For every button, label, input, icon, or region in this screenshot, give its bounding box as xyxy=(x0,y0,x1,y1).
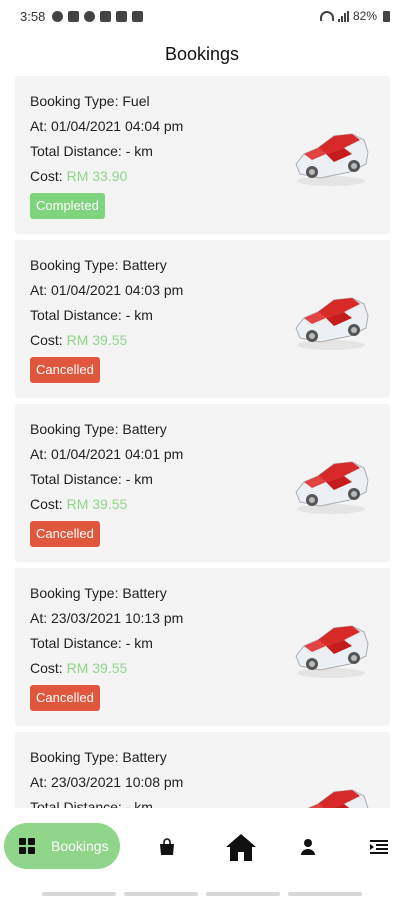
car-icon xyxy=(295,297,369,350)
booking-type: Booking Type: Battery xyxy=(30,421,167,437)
nav-profile-button[interactable] xyxy=(293,832,323,862)
nav-bookings-label: Bookings xyxy=(51,838,109,854)
person-icon xyxy=(301,839,315,855)
battery-percent: 82% xyxy=(352,9,377,23)
bookings-list[interactable]: Booking Type: Fuel At: 01/04/2021 04:04 … xyxy=(15,76,390,808)
car-icon xyxy=(295,461,369,514)
save-icon xyxy=(68,10,80,22)
cost-value: RM 39.55 xyxy=(66,332,128,348)
car-icon xyxy=(295,133,369,186)
nav-shop-button[interactable] xyxy=(152,832,182,862)
car-icon xyxy=(307,789,369,808)
booking-card[interactable]: Booking Type: Fuel At: 01/04/2021 04:04 … xyxy=(15,76,390,234)
grid-icon xyxy=(19,838,35,854)
bottom-nav: Bookings xyxy=(0,812,404,882)
cost-value: RM 39.55 xyxy=(66,660,128,676)
booking-type: Booking Type: Battery xyxy=(30,749,167,765)
booking-type: Booking Type: Battery xyxy=(30,257,167,273)
cost-label: Cost: xyxy=(30,332,63,348)
clock-icon xyxy=(84,10,96,22)
wifi-icon xyxy=(319,11,334,21)
nav-bookings-button[interactable]: Bookings xyxy=(4,823,120,869)
whatsapp-icon xyxy=(52,10,64,22)
gesture-bar xyxy=(0,888,404,900)
nav-menu-button[interactable] xyxy=(364,832,394,862)
status-bar: 3:58 82% xyxy=(0,0,404,32)
car-icon xyxy=(295,625,369,678)
status-badge: Cancelled xyxy=(30,685,100,711)
nav-home-button[interactable] xyxy=(222,828,260,866)
page-title: Bookings xyxy=(164,44,240,64)
menu-icon xyxy=(370,840,388,854)
booking-type: Booking Type: Fuel xyxy=(30,93,150,109)
booking-card[interactable]: Booking Type: Battery At: 01/04/2021 04:… xyxy=(15,404,390,562)
bag-icon xyxy=(160,838,174,855)
cost-value: RM 39.55 xyxy=(66,496,128,512)
gallery-icon xyxy=(116,10,128,22)
flipboard-icon xyxy=(100,10,112,22)
mail-icon xyxy=(132,10,144,22)
cost-label: Cost: xyxy=(30,660,63,676)
status-left: 3:58 xyxy=(20,8,144,24)
status-badge: Cancelled xyxy=(30,357,100,383)
battery-icon xyxy=(383,10,390,22)
cost-label: Cost: xyxy=(30,496,63,512)
booking-card[interactable]: Booking Type: Battery At: 01/04/2021 04:… xyxy=(15,240,390,398)
status-time: 3:58 xyxy=(20,8,46,24)
status-badge: Cancelled xyxy=(30,521,100,547)
booking-card[interactable]: Booking Type: Battery At: 23/03/2021 10:… xyxy=(15,732,390,808)
home-icon xyxy=(226,834,256,861)
signal-icon xyxy=(337,10,349,22)
booking-card[interactable]: Booking Type: Battery At: 23/03/2021 10:… xyxy=(15,568,390,726)
status-right: 82% xyxy=(319,9,390,23)
booking-type: Booking Type: Battery xyxy=(30,585,167,601)
cost-value: RM 33.90 xyxy=(66,168,128,184)
status-badge: Completed xyxy=(30,193,105,219)
cost-label: Cost: xyxy=(30,168,63,184)
